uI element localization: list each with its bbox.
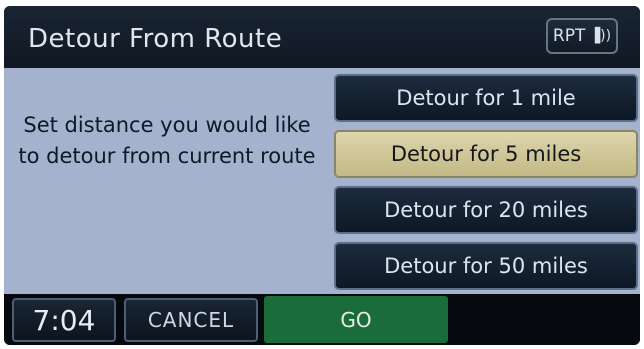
detour-1-mile-button[interactable]: Detour for 1 mile xyxy=(334,74,638,122)
header-bar: Detour From Route RPT ▐)) xyxy=(4,6,640,68)
nav-screen: Detour From Route RPT ▐)) Set distance y… xyxy=(4,6,640,345)
repeat-label: RPT xyxy=(552,26,586,46)
page-title: Detour From Route xyxy=(28,24,283,54)
clock-display: 7:04 xyxy=(12,298,116,342)
instruction-text: Set distance you would like to detour fr… xyxy=(18,113,316,168)
go-button[interactable]: GO xyxy=(264,296,448,343)
speaker-waves-icon: ▐)) xyxy=(589,28,612,44)
main-panel: Set distance you would like to detour fr… xyxy=(4,68,640,294)
detour-5-miles-button[interactable]: Detour for 5 miles xyxy=(334,130,638,178)
detour-50-miles-button[interactable]: Detour for 50 miles xyxy=(334,242,638,290)
detour-20-miles-button[interactable]: Detour for 20 miles xyxy=(334,186,638,234)
repeat-voice-button[interactable]: RPT ▐)) xyxy=(546,18,618,54)
bottom-bar: 7:04 CANCEL GO xyxy=(4,294,640,345)
cancel-button[interactable]: CANCEL xyxy=(124,298,258,342)
